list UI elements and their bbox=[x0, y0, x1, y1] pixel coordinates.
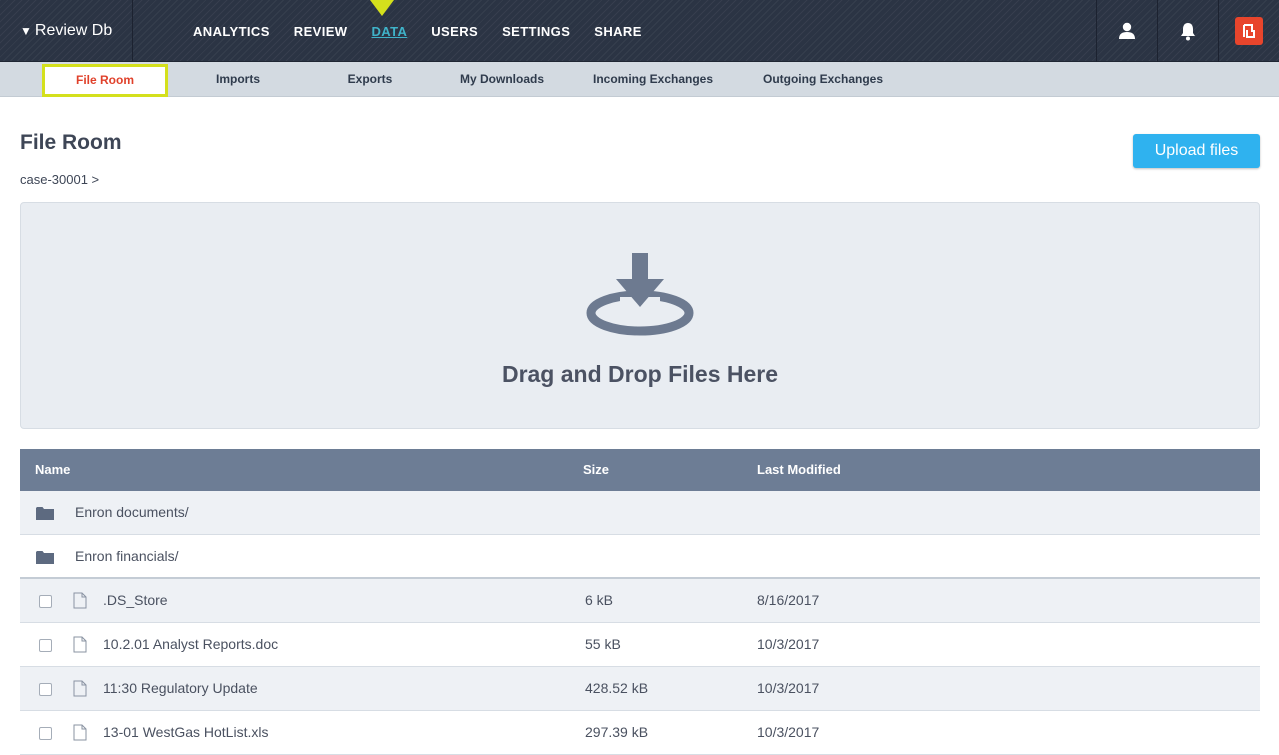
table-header: Name Size Last Modified bbox=[20, 449, 1260, 491]
file-icon bbox=[73, 579, 87, 622]
row-checkbox[interactable] bbox=[39, 727, 52, 740]
subnav-incoming-exchanges[interactable]: Incoming Exchanges bbox=[583, 62, 723, 97]
upload-files-button[interactable]: Upload files bbox=[1133, 134, 1260, 168]
nav-settings[interactable]: SETTINGS bbox=[502, 24, 570, 39]
active-nav-pointer bbox=[370, 0, 394, 16]
file-modified: 10/3/2017 bbox=[757, 636, 820, 652]
top-navigation-bar: ▼ Review Db ANALYTICS REVIEW DATA USERS … bbox=[0, 0, 1279, 62]
file-size: 297.39 kB bbox=[585, 724, 649, 740]
subnav-my-downloads[interactable]: My Downloads bbox=[452, 62, 552, 97]
folder-row[interactable]: Enron financials/ bbox=[20, 535, 1260, 579]
bell-icon bbox=[1181, 22, 1195, 40]
file-modified: 8/16/2017 bbox=[757, 592, 820, 608]
file-row[interactable]: 10.2.01 Analyst Reports.doc 55 kB 10/3/2… bbox=[20, 623, 1260, 667]
drop-zone-label: Drag and Drop Files Here bbox=[501, 361, 779, 387]
file-icon bbox=[73, 667, 87, 710]
file-icon bbox=[73, 711, 87, 754]
file-row[interactable]: 11:30 Regulatory Update 428.52 kB 10/3/2… bbox=[20, 667, 1260, 711]
folder-row[interactable]: Enron documents/ bbox=[20, 491, 1260, 535]
file-name[interactable]: .DS_Store bbox=[103, 579, 168, 622]
nav-review[interactable]: REVIEW bbox=[294, 24, 348, 39]
top-right-actions bbox=[1096, 0, 1279, 62]
nav-share[interactable]: SHARE bbox=[594, 24, 642, 39]
file-size: 428.52 kB bbox=[585, 680, 649, 696]
file-icon bbox=[73, 623, 87, 666]
row-checkbox[interactable] bbox=[39, 595, 52, 608]
app-logo-button[interactable] bbox=[1218, 0, 1279, 62]
main-navigation: ANALYTICS REVIEW DATA USERS SETTINGS SHA… bbox=[193, 0, 666, 62]
file-row[interactable]: .DS_Store 6 kB 8/16/2017 bbox=[20, 579, 1260, 623]
folder-icon bbox=[36, 491, 54, 534]
user-menu-button[interactable] bbox=[1096, 0, 1157, 62]
subnav-file-room[interactable]: File Room bbox=[42, 64, 168, 97]
file-table: Name Size Last Modified Enron documents/… bbox=[20, 449, 1260, 755]
file-size: 6 kB bbox=[585, 592, 614, 608]
folder-icon bbox=[36, 535, 54, 578]
nav-analytics[interactable]: ANALYTICS bbox=[193, 24, 270, 39]
file-name[interactable]: 11:30 Regulatory Update bbox=[103, 667, 258, 710]
folder-name[interactable]: Enron documents/ bbox=[75, 491, 189, 534]
dropdown-caret-icon: ▼ bbox=[20, 24, 32, 38]
file-name[interactable]: 13-01 WestGas HotList.xls bbox=[103, 711, 268, 754]
sub-navigation: File Room Imports Exports My Downloads I… bbox=[0, 62, 1279, 97]
file-drop-zone[interactable]: Drag and Drop Files Here bbox=[20, 202, 1260, 429]
file-modified: 10/3/2017 bbox=[757, 724, 820, 740]
subnav-imports[interactable]: Imports bbox=[198, 62, 278, 97]
file-size: 55 kB bbox=[585, 636, 621, 652]
user-icon bbox=[1119, 22, 1135, 39]
row-checkbox[interactable] bbox=[39, 683, 52, 696]
file-row[interactable]: 13-01 WestGas HotList.xls 297.39 kB 10/3… bbox=[20, 711, 1260, 755]
column-header-name[interactable]: Name bbox=[35, 449, 70, 491]
file-modified: 10/3/2017 bbox=[757, 680, 820, 696]
folder-name[interactable]: Enron financials/ bbox=[75, 535, 179, 578]
brand-name: Review Db bbox=[34, 22, 113, 39]
brand-logo-icon bbox=[1235, 17, 1263, 45]
notifications-button[interactable] bbox=[1157, 0, 1218, 62]
file-name[interactable]: 10.2.01 Analyst Reports.doc bbox=[103, 623, 278, 666]
subnav-exports[interactable]: Exports bbox=[330, 62, 410, 97]
row-checkbox[interactable] bbox=[39, 639, 52, 652]
subnav-outgoing-exchanges[interactable]: Outgoing Exchanges bbox=[753, 62, 893, 97]
breadcrumb[interactable]: case-30001 > bbox=[20, 172, 99, 187]
nav-users[interactable]: USERS bbox=[431, 24, 478, 39]
column-header-last-modified[interactable]: Last Modified bbox=[757, 449, 841, 491]
workspace-switcher[interactable]: ▼ Review Db bbox=[0, 0, 133, 62]
column-header-size[interactable]: Size bbox=[583, 449, 609, 491]
page-title: File Room bbox=[20, 131, 122, 154]
nav-data[interactable]: DATA bbox=[371, 24, 407, 39]
download-icon bbox=[586, 253, 694, 336]
